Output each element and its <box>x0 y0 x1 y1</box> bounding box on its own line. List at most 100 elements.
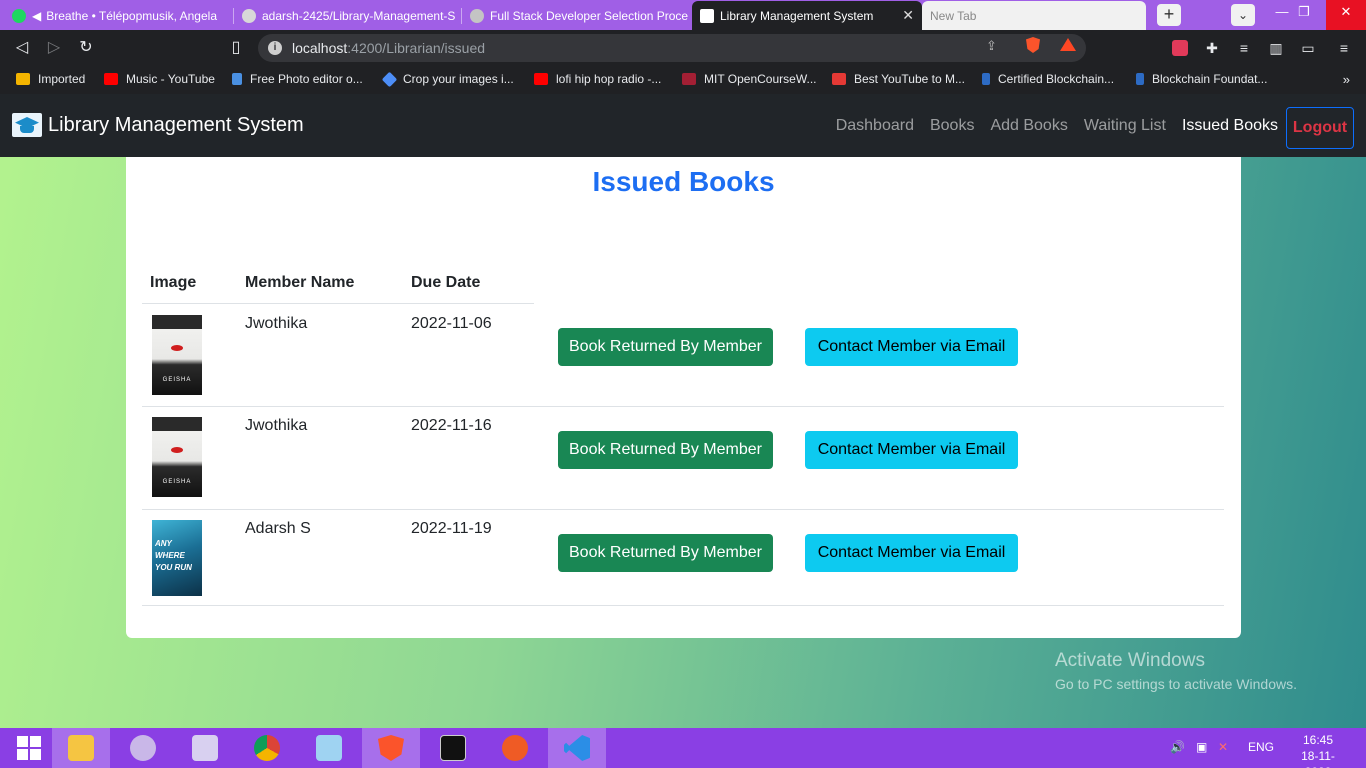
start-button[interactable] <box>0 728 58 768</box>
graduation-cap-icon <box>12 113 42 137</box>
bookmark-mit-ocw[interactable]: MIT OpenCourseW... <box>682 72 816 86</box>
book-returned-button[interactable]: Book Returned By Member <box>558 431 773 469</box>
tab-spotify[interactable]: ◀ Breathe • Télépopmusik, Angela <box>4 1 234 30</box>
menu-icon[interactable]: ≡ <box>1336 40 1352 56</box>
share-icon[interactable]: ⇪ <box>986 38 997 54</box>
blockchain-icon <box>982 73 990 85</box>
taskbar-vscode[interactable] <box>548 728 606 768</box>
watermark-subtitle: Go to PC settings to activate Windows. <box>1055 676 1297 692</box>
book-returned-button[interactable]: Book Returned By Member <box>558 534 773 572</box>
nav-links: Dashboard Books Add Books Waiting List I… <box>820 117 1278 135</box>
extension-icon[interactable] <box>1172 40 1188 56</box>
page-title: Issued Books <box>592 166 775 197</box>
volume-icon[interactable]: 🔊 <box>1170 740 1185 754</box>
network-icon[interactable]: ▣ <box>1196 740 1207 754</box>
tab-new[interactable]: New Tab <box>922 1 1146 30</box>
bookmark-youtube-mp3[interactable]: Best YouTube to M... <box>832 72 965 86</box>
nav-issued-books[interactable]: Issued Books <box>1182 117 1278 135</box>
address-bar-row: ◁ ▷ ↻ ▯ i localhost:4200/Librarian/issue… <box>0 30 1366 66</box>
bookmark-label: Free Photo editor o... <box>250 72 363 86</box>
table-row: ANY WHERE YOU RUN Adarsh S 2022-11-19 Bo… <box>142 510 1224 606</box>
tab-title: adarsh-2425/Library-Management-S <box>262 8 456 23</box>
taskbar-brave[interactable] <box>362 728 420 768</box>
contact-member-button[interactable]: Contact Member via Email <box>805 328 1018 366</box>
taskbar-notepad[interactable] <box>300 728 358 768</box>
bookmark-icon[interactable]: ▯ <box>226 38 246 58</box>
bookmark-label: Best YouTube to M... <box>854 72 965 86</box>
wallet-icon[interactable]: ▭ <box>1300 40 1316 56</box>
taskbar-math-input[interactable] <box>176 728 234 768</box>
github-icon <box>242 8 256 23</box>
url-input[interactable]: i localhost:4200/Librarian/issued <box>258 34 1086 62</box>
tab-fullstack[interactable]: Full Stack Developer Selection Proce <box>462 1 690 30</box>
watermark-title: Activate Windows <box>1055 650 1205 671</box>
book-returned-button[interactable]: Book Returned By Member <box>558 328 773 366</box>
brave-icon <box>378 735 404 761</box>
book-cover-image: ANY WHERE YOU RUN <box>152 520 202 596</box>
taskbar-file-explorer[interactable] <box>52 728 110 768</box>
column-header-image: Image <box>150 274 197 291</box>
tab-title: New Tab <box>930 8 977 23</box>
spotify-icon <box>12 8 26 23</box>
nav-dashboard[interactable]: Dashboard <box>836 117 914 135</box>
forward-icon[interactable]: ▷ <box>44 38 64 58</box>
youtube-icon <box>534 73 548 85</box>
clock[interactable]: 16:45 18-11-2022 <box>1288 732 1348 768</box>
extensions-puzzle-icon[interactable]: ✚ <box>1204 40 1220 56</box>
bookmark-certified-blockchain[interactable]: Certified Blockchain... <box>982 72 1114 86</box>
nav-books[interactable]: Books <box>930 117 974 135</box>
notepad-icon <box>316 735 342 761</box>
tab-search-chevron-icon[interactable]: ⌄ <box>1231 4 1255 26</box>
bookmark-imported[interactable]: Imported <box>16 72 85 86</box>
bookmark-blockchain-foundation[interactable]: Blockchain Foundat... <box>1136 72 1267 86</box>
folder-icon <box>16 73 30 85</box>
member-name: Adarsh S <box>245 520 311 537</box>
cover-title: GEISHA <box>162 377 192 383</box>
taskbar-terminal[interactable] <box>424 728 482 768</box>
restore-icon[interactable]: ❐ <box>1284 0 1324 30</box>
url-path: :4200/Librarian/issued <box>347 40 486 56</box>
reload-icon[interactable]: ↻ <box>76 38 96 58</box>
language-indicator[interactable]: ENG <box>1248 740 1274 754</box>
bookmark-crop-images[interactable]: Crop your images i... <box>381 71 514 87</box>
contact-member-button[interactable]: Contact Member via Email <box>805 431 1018 469</box>
tab-library-active[interactable]: Library Management System ✕ <box>692 1 922 30</box>
taskbar-chrome[interactable] <box>238 728 296 768</box>
notification-icon[interactable]: ✕ <box>1218 740 1228 754</box>
due-date: 2022-11-16 <box>411 417 492 434</box>
bookmark-label: MIT OpenCourseW... <box>704 72 817 86</box>
nav-waiting-list[interactable]: Waiting List <box>1084 117 1166 135</box>
member-name: Jwothika <box>245 417 308 434</box>
site-info-icon[interactable]: i <box>268 41 282 55</box>
taskbar-paint[interactable] <box>114 728 172 768</box>
blockchain-icon <box>1136 73 1144 85</box>
photo-editor-icon <box>232 73 242 85</box>
url-text: localhost:4200/Librarian/issued <box>292 40 485 56</box>
table-row: GEISHA Jwothika 2022-11-06 Book Returned… <box>142 304 1224 407</box>
sidebar-icon[interactable]: ▥ <box>1268 40 1284 56</box>
bookmark-lofi[interactable]: lofi hip hop radio -... <box>534 72 661 86</box>
taskbar-postman[interactable] <box>486 728 544 768</box>
tab-github[interactable]: adarsh-2425/Library-Management-S <box>234 1 462 30</box>
brave-rewards-icon[interactable] <box>1060 38 1076 51</box>
book-cover-image: GEISHA <box>152 315 202 395</box>
bookmark-label: lofi hip hop radio -... <box>556 72 662 86</box>
converter-icon <box>832 73 846 85</box>
close-window-icon[interactable]: ✕ <box>1326 0 1366 30</box>
table-header: Image Member Name Due Date <box>142 274 534 304</box>
close-tab-icon[interactable]: ✕ <box>896 7 914 24</box>
bookmarks-more-icon[interactable]: » <box>1343 72 1350 87</box>
mit-icon <box>682 73 696 85</box>
back-icon[interactable]: ◁ <box>12 38 32 58</box>
app-navbar: Library Management System Dashboard Book… <box>0 94 1366 157</box>
column-header-member-name: Member Name <box>245 274 355 291</box>
contact-member-button[interactable]: Contact Member via Email <box>805 534 1018 572</box>
playlist-icon[interactable]: ≡ <box>1236 40 1252 56</box>
brand[interactable]: Library Management System <box>12 113 304 137</box>
new-tab-button[interactable]: + <box>1157 4 1181 26</box>
bookmark-music-youtube[interactable]: Music - YouTube <box>104 72 215 86</box>
nav-add-books[interactable]: Add Books <box>990 117 1067 135</box>
bookmark-photo-editor[interactable]: Free Photo editor o... <box>232 72 363 86</box>
logout-button[interactable]: Logout <box>1286 107 1354 149</box>
terminal-icon <box>440 735 466 761</box>
